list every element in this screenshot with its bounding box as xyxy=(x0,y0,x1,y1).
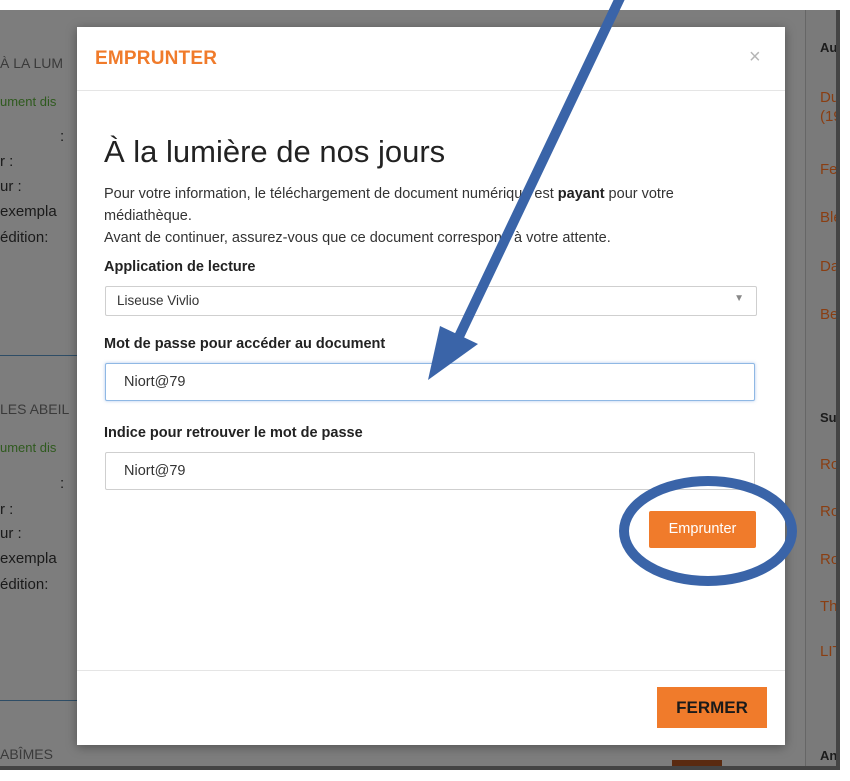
bg-item-field: r : xyxy=(0,501,14,518)
bg-item-field: exempla xyxy=(0,203,57,220)
borrow-button[interactable]: Emprunter xyxy=(649,511,756,548)
chevron-down-icon: ▼ xyxy=(734,293,744,304)
frame-edge xyxy=(0,770,850,781)
modal-footer-divider xyxy=(77,670,785,671)
bg-item-field: ur : xyxy=(0,525,22,542)
bg-divider xyxy=(0,700,80,701)
password-value: Niort@79 xyxy=(124,374,186,390)
bg-item-field: : xyxy=(60,475,65,492)
bg-item-title: LES ABEIL xyxy=(0,401,70,417)
bg-divider xyxy=(0,355,80,356)
reading-app-label: Application de lecture xyxy=(104,259,256,275)
bg-item-status: ument dis xyxy=(0,440,57,455)
bg-item-field: exempla xyxy=(0,550,57,567)
modal-header: EMPRUNTER × xyxy=(77,27,785,91)
frame-edge xyxy=(840,0,850,781)
reading-app-selected: Liseuse Vivlio xyxy=(117,293,200,308)
bg-item-field: ur : xyxy=(0,178,22,195)
bg-item-field: : xyxy=(60,128,65,145)
bg-item-field: r : xyxy=(0,153,14,170)
hint-label: Indice pour retrouver le mot de passe xyxy=(104,425,363,441)
hint-value: Niort@79 xyxy=(124,463,186,479)
modal-title: EMPRUNTER xyxy=(95,48,218,69)
bg-item-field: édition: xyxy=(0,229,49,246)
info-text-line2: Avant de continuer, assurez-vous que ce … xyxy=(104,230,611,246)
reading-app-select[interactable]: Liseuse Vivlio ▼ xyxy=(105,286,757,316)
info-text-bold: payant xyxy=(557,186,605,202)
info-text-part: Pour votre information, le téléchargemen… xyxy=(104,186,558,202)
info-text: Pour votre information, le téléchargemen… xyxy=(104,183,744,249)
close-button[interactable]: FERMER xyxy=(657,687,767,728)
bg-item-title: À LA LUM xyxy=(0,55,64,71)
document-title: À la lumière de nos jours xyxy=(104,134,446,169)
bg-right-panel: Aut Dup (19 Fer Ble Dar Bea Suj Ron Ron … xyxy=(805,10,848,770)
password-label: Mot de passe pour accéder au document xyxy=(104,336,386,352)
bg-item-field: édition: xyxy=(0,576,49,593)
close-icon[interactable]: × xyxy=(749,45,761,69)
borrow-modal: EMPRUNTER × À la lumière de nos jours Po… xyxy=(77,27,785,745)
bg-item-status: ument dis xyxy=(0,94,57,109)
password-input[interactable]: Niort@79 xyxy=(105,363,755,401)
hint-input[interactable]: Niort@79 xyxy=(105,452,755,490)
bg-item-title: ABÎMES xyxy=(0,746,53,762)
